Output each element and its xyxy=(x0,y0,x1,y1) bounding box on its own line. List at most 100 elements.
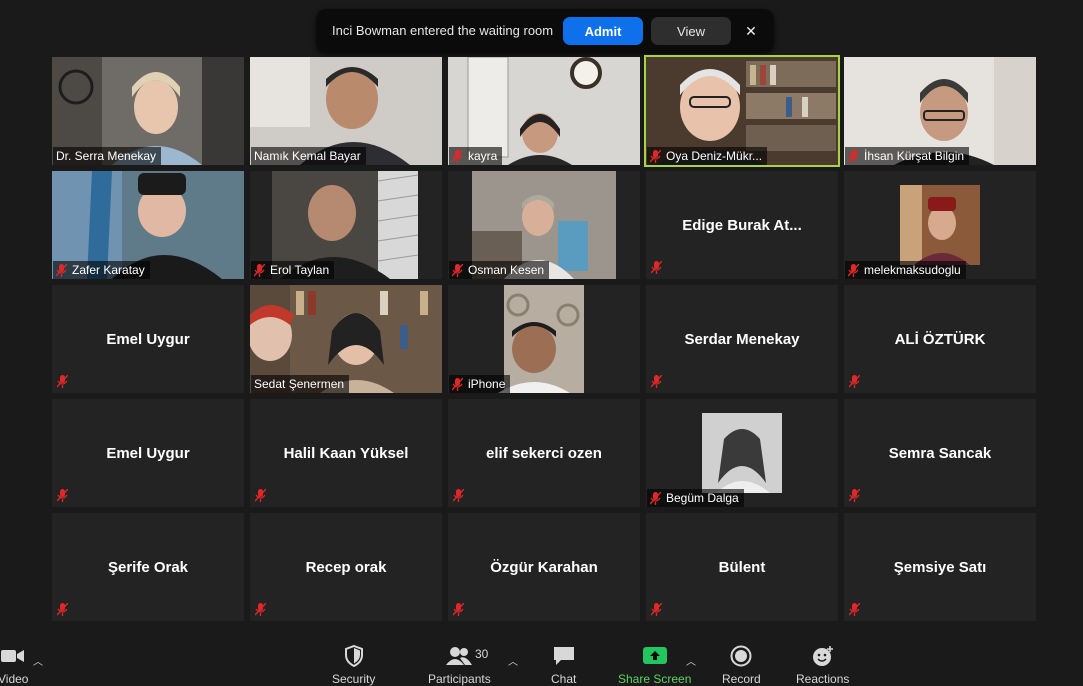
participant-tile[interactable]: Bülent xyxy=(646,513,838,621)
participant-name-display: Emel Uygur xyxy=(106,444,190,462)
chat-bubble-icon xyxy=(553,647,574,665)
muted-mic-icon xyxy=(57,489,68,502)
muted-mic-icon xyxy=(452,149,463,163)
participant-name-display: Şemsiye Satı xyxy=(893,558,987,576)
participant-name: kayra xyxy=(468,149,498,163)
chat-button[interactable]: Chat xyxy=(551,645,576,686)
participant-tile[interactable]: Begüm Dalga xyxy=(646,399,838,507)
participant-name-tag: Osman Kesen xyxy=(449,261,550,279)
participant-name: Sedat Şenermen xyxy=(254,377,345,391)
share-options-chevron-up-icon[interactable]: ︿ xyxy=(686,653,696,668)
participant-name-tag: Erol Taylan xyxy=(251,261,335,279)
participant-name: Erol Taylan xyxy=(270,263,330,277)
record-icon xyxy=(730,645,752,667)
participant-tile[interactable]: Sedat Şenermen xyxy=(250,285,442,393)
muted-mic-icon xyxy=(254,263,265,277)
participant-name-display: Serdar Menekay xyxy=(684,330,800,348)
security-label: Security xyxy=(332,672,376,686)
participant-name-tag: Dr. Serra Menekay xyxy=(53,147,162,165)
participant-tile[interactable]: iPhone xyxy=(448,285,640,393)
participant-tile[interactable]: İhsan Kürşat Bilgin xyxy=(844,57,1036,165)
video-options-chevron-up-icon[interactable]: ︿ xyxy=(33,653,43,668)
participant-name: melekmaksudoglu xyxy=(864,263,961,277)
participants-label: Participants xyxy=(428,672,491,686)
muted-mic-icon xyxy=(651,603,662,616)
waiting-room-notification: Inci Bowman entered the waiting room Adm… xyxy=(316,9,774,53)
muted-mic-icon xyxy=(57,603,68,616)
participant-tile[interactable]: Halil Kaan Yüksel xyxy=(250,399,442,507)
muted-mic-icon xyxy=(57,375,68,388)
muted-mic-icon xyxy=(452,263,463,277)
participant-tile[interactable]: Namık Kemal Bayar xyxy=(250,57,442,165)
muted-mic-icon xyxy=(848,149,859,163)
share-screen-icon xyxy=(642,647,667,664)
muted-mic-icon xyxy=(651,261,662,274)
participant-name-tag: Sedat Şenermen xyxy=(251,375,350,393)
participant-name: Dr. Serra Menekay xyxy=(56,149,157,163)
participant-name-display: Bülent xyxy=(718,558,766,576)
security-button[interactable]: Security xyxy=(332,645,375,686)
participant-tile[interactable]: Özgür Karahan xyxy=(448,513,640,621)
participant-tile-active-speaker[interactable]: Oya Deniz-Mükr... xyxy=(644,55,840,167)
participant-name-display: Şerife Orak xyxy=(107,558,189,576)
participant-name: Namık Kemal Bayar xyxy=(254,149,361,163)
muted-mic-icon xyxy=(849,375,860,388)
participant-tile[interactable]: Emel Uygur xyxy=(52,399,244,507)
video-button[interactable]: Video xyxy=(0,645,28,686)
waiting-room-message: Inci Bowman entered the waiting room xyxy=(332,23,554,38)
share-screen-button[interactable]: Share Screen xyxy=(618,645,691,686)
participant-tile[interactable]: melekmaksudoglu xyxy=(844,171,1036,279)
participant-tile[interactable]: Osman Kesen xyxy=(448,171,640,279)
participant-tile[interactable]: Semra Sancak xyxy=(844,399,1036,507)
muted-mic-icon xyxy=(849,489,860,502)
muted-mic-icon xyxy=(453,603,464,616)
participant-tile[interactable]: elif sekerci ozen xyxy=(448,399,640,507)
participant-name-tag: melekmaksudoglu xyxy=(845,261,966,279)
reactions-label: Reactions xyxy=(796,672,850,686)
muted-mic-icon xyxy=(452,377,463,391)
participant-name-display: Recep orak xyxy=(305,558,387,576)
participant-name: İhsan Kürşat Bilgin xyxy=(864,149,965,163)
view-button[interactable]: View xyxy=(651,17,731,45)
video-label: Video xyxy=(0,672,29,686)
participant-name-display: Halil Kaan Yüksel xyxy=(283,444,409,462)
participant-name-display: elif sekerci ozen xyxy=(486,444,602,462)
participant-name-tag: İhsan Kürşat Bilgin xyxy=(845,147,970,165)
record-label: Record xyxy=(722,672,761,686)
participant-name-tag: kayra xyxy=(449,147,503,165)
participant-name-display: Edige Burak At... xyxy=(682,216,802,234)
participant-name-tag: Oya Deniz-Mükr... xyxy=(647,147,768,165)
participant-tile[interactable]: Recep orak xyxy=(250,513,442,621)
participant-tile[interactable]: Erol Taylan xyxy=(250,171,442,279)
meeting-toolbar: Video ︿ Security Participants 30 ︿ Chat … xyxy=(0,635,1083,686)
record-button[interactable]: Record xyxy=(722,645,761,686)
reactions-smiley-icon xyxy=(812,646,833,666)
participant-tile[interactable]: Şemsiye Satı xyxy=(844,513,1036,621)
participants-options-chevron-up-icon[interactable]: ︿ xyxy=(508,653,518,668)
chat-label: Chat xyxy=(551,672,577,686)
participant-tile[interactable]: Zafer Karatay xyxy=(52,171,244,279)
muted-mic-icon xyxy=(849,603,860,616)
participant-name-tag: Namık Kemal Bayar xyxy=(251,147,366,165)
reactions-button[interactable]: Reactions xyxy=(796,645,849,686)
participant-name-tag: iPhone xyxy=(449,375,511,393)
participant-tile[interactable]: Dr. Serra Menekay xyxy=(52,57,244,165)
participant-name-display: Semra Sancak xyxy=(888,444,992,462)
participant-name-display: ALİ ÖZTÜRK xyxy=(894,330,986,348)
participant-tile[interactable]: Emel Uygur xyxy=(52,285,244,393)
muted-mic-icon xyxy=(453,489,464,502)
shield-icon xyxy=(344,645,363,667)
participant-tile[interactable]: Serdar Menekay xyxy=(646,285,838,393)
muted-mic-icon xyxy=(651,375,662,388)
participant-tile[interactable]: Şerife Orak xyxy=(52,513,244,621)
admit-button[interactable]: Admit xyxy=(563,17,643,45)
participant-name-tag: Begüm Dalga xyxy=(647,489,744,507)
participant-name-display: Emel Uygur xyxy=(106,330,190,348)
participant-name: iPhone xyxy=(468,377,506,391)
participant-tile[interactable]: kayra xyxy=(448,57,640,165)
participant-name-display: Özgür Karahan xyxy=(490,558,598,576)
participant-tile[interactable]: Edige Burak At... xyxy=(646,171,838,279)
participant-tile[interactable]: ALİ ÖZTÜRK xyxy=(844,285,1036,393)
close-notification-button[interactable]: ✕ xyxy=(740,17,762,45)
close-icon: ✕ xyxy=(745,22,757,39)
